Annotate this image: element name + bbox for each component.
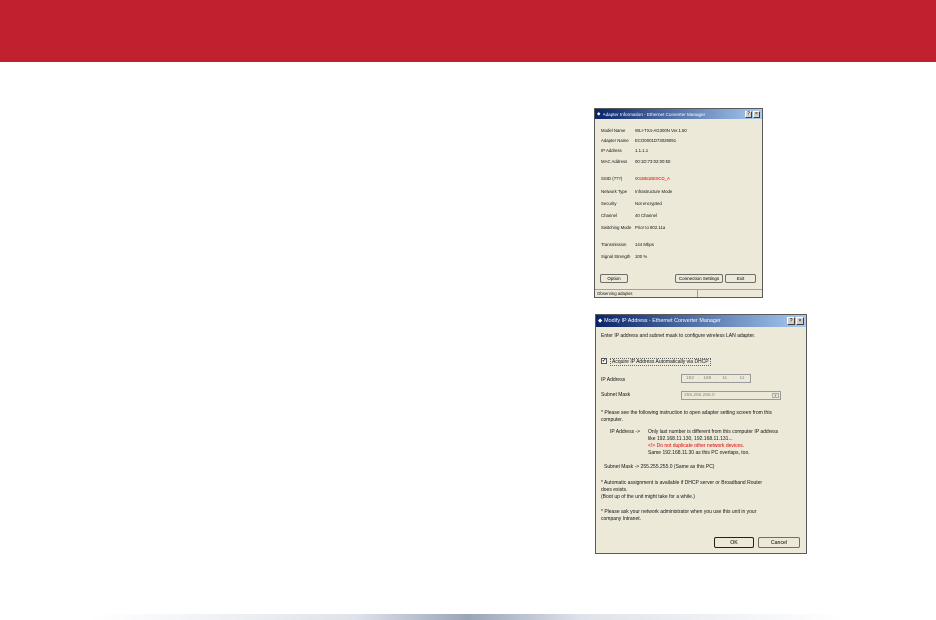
option-button[interactable]: Option [600,274,628,283]
value: Infrastructure Mode [635,189,673,194]
info-row-channel: Channel 40 Channel [601,213,761,219]
label: Network Type [601,189,628,194]
value: 144 Mbps [635,242,654,247]
intro-text: Enter IP address and subnet mask to conf… [601,333,756,339]
value: 40 Channel [635,213,657,218]
value: 100 % [635,254,648,259]
label: Adapter Name [601,138,629,143]
ip-note-warning: <!> Do not duplicate other network devic… [648,443,745,449]
info-row-adapter: Adapter Name ECO0001D73029091 [601,138,761,144]
label: MAC Address [601,159,628,164]
ip-note-line4: Same 192.168.11.30 as this PC overlaps, … [648,450,750,456]
info-row-signal: Signal Strength 100 % [601,254,761,260]
label: SSID (???) [601,176,623,181]
auto-note-line2: does exists. [601,487,628,493]
title-bar[interactable]: ◆ Adapter Information - Ethernet Convert… [595,109,762,119]
label: Signal Strength [601,254,631,259]
title-bar[interactable]: ◆ Modify IP Address - Ethernet Converter… [596,315,806,327]
app-icon: ◆ [597,111,601,116]
info-row-network-type: Network Type Infrastructure Mode [601,189,761,195]
note-instruction: * Please see the following instruction t… [601,410,772,416]
close-button[interactable]: × [753,110,760,118]
info-row-transmission: Transmission 144 Mbps [601,242,761,248]
label: Channel [601,213,618,218]
ip-octet: 11 [722,376,728,381]
auto-note-line1: * Automatic assignment is available if D… [601,480,763,486]
subnet-mask-note: Subnet Mask -> 255.255.255.0 (Same as th… [604,464,715,470]
admin-note-line2: company Intranet. [601,516,642,522]
status-bar: Observing adapter. [595,289,762,297]
ip-address-label: IP Address [601,377,626,383]
help-button[interactable]: ? [787,317,795,325]
ip-note-line1: Only last number is different from this … [648,429,779,435]
window-title: Adapter Information - Ethernet Converter… [602,111,706,117]
status-text: Observing adapter. [595,290,698,297]
label: Security [601,201,617,206]
value: Prior to 802.11a [635,225,666,230]
auto-note-line3: (Boot up of the unit might take for a wh… [601,494,695,500]
info-row-mac: MAC Address 00:1D:73:02:00:50 [601,159,761,165]
modify-ip-address-window: ◆ Modify IP Address - Ethernet Converter… [595,314,807,554]
info-row-switching: Switching Mode Prior to 802.11a [601,225,761,231]
dhcp-label[interactable]: Acquire IP Address Automatically via DHC… [610,358,711,366]
dhcp-checkbox[interactable]: ✔ [601,358,607,364]
label: Model Name [601,128,626,133]
help-button[interactable]: ? [745,110,752,118]
value: Not encrypted [635,201,662,206]
ip-address-field[interactable]: 192 . 168 . 11 . 11 [681,374,751,383]
chevron-down-icon[interactable]: ▼ [772,393,779,398]
check-mark-icon: ✔ [602,358,607,364]
subnet-mask-label: Subnet Mask [601,392,631,398]
window-title: Modify IP Address - Ethernet Converter M… [604,318,721,324]
ip-note-line2: like 192.168.11.130, 192.168.11.131... [648,436,733,442]
close-button[interactable]: × [796,317,804,325]
value: WLI-TX4-AG300N Ver.1.50 [635,128,687,133]
subnet-mask-select[interactable]: 255.255.255.0 ▼ [681,391,781,400]
label: IP Address [601,148,622,153]
info-row-ip: IP Address 1.1.1.1 [601,148,761,154]
note-instruction-cont: computer. [601,417,623,423]
admin-note-line1: * Please ask your network administrator … [601,509,757,515]
ok-button[interactable]: OK [714,537,754,548]
exit-button[interactable]: Exit [725,274,756,283]
connection-settings-button[interactable]: Connection Settings [675,274,723,283]
info-row-model: Model Name WLI-TX4-AG300N Ver.1.50 [601,128,761,134]
ip-octet: 11 [739,376,745,381]
value: 1.1.1.1 [635,148,649,153]
footer-gradient-bar [90,614,846,620]
ip-octet: 192 [685,376,694,381]
value: 00:1D:73:02:00:50 [635,159,671,164]
ip-octet: 168 [703,376,712,381]
value: 001BB1BE0CD_A [635,176,670,181]
header-banner [0,0,936,62]
label: Transmission [601,242,627,247]
cancel-button[interactable]: Cancel [758,537,800,548]
info-row-security: Security Not encrypted [601,201,761,207]
adapter-information-window: ◆ Adapter Information - Ethernet Convert… [594,108,763,298]
ip-note-head: IP Address -> [610,429,641,435]
label: Switching Mode [601,225,632,230]
info-row-ssid: SSID (???) 001BB1BE0CD_A [601,176,761,182]
app-icon: ◆ [598,318,603,324]
value: ECO0001D73029091 [635,138,677,143]
subnet-mask-value: 255.255.255.0 [684,393,715,398]
